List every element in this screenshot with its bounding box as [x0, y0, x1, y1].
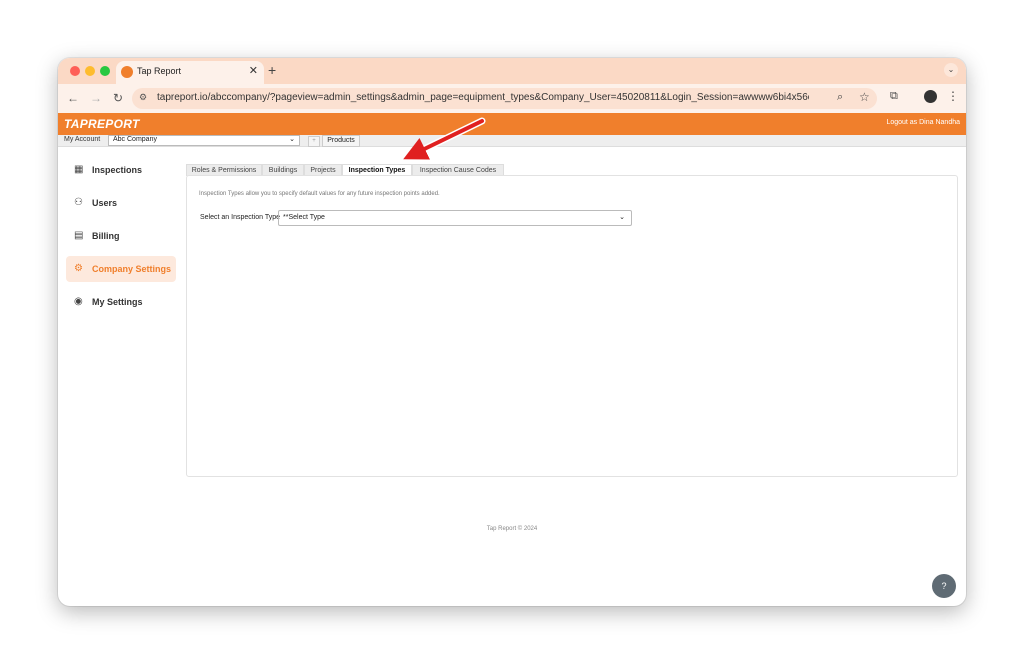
company-select[interactable]: Abc Company ⌄: [108, 135, 300, 146]
address-bar: ← → ↻ ⚙ tapreport.io/abccompany/?pagevie…: [58, 84, 966, 113]
billing-icon: ▤: [74, 230, 84, 241]
my-account-link[interactable]: My Account: [64, 136, 100, 143]
inspection-type-select-value: **Select Type: [283, 214, 325, 221]
forward-arrow-icon[interactable]: →: [90, 91, 102, 105]
logout-link[interactable]: Logout as Dina Nandha: [886, 119, 960, 126]
account-bar: My Account Abc Company ⌄ + Products: [58, 135, 966, 147]
inspection-type-select[interactable]: **Select Type ⌄: [278, 210, 632, 226]
help-chat-button[interactable]: ?: [932, 574, 956, 598]
inspections-icon: ▦: [74, 164, 84, 175]
company-select-value: Abc Company: [113, 136, 157, 143]
chevron-down-icon: ⌄: [289, 136, 295, 143]
inspection-types-description: Inspection Types allow you to specify de…: [199, 191, 440, 197]
footer-copyright: Tap Report © 2024: [486, 526, 538, 532]
tab-search-chevron-icon[interactable]: ⌄: [944, 63, 958, 77]
reload-icon[interactable]: ↻: [113, 91, 123, 105]
sidebar-item-users[interactable]: ⚇ Users: [66, 190, 176, 216]
sidebar-item-company-settings[interactable]: ⚙ Company Settings: [66, 256, 176, 282]
minimize-window-button[interactable]: [85, 66, 95, 76]
browser-menu-icon[interactable]: ⋮: [947, 89, 959, 103]
products-button[interactable]: Products: [322, 135, 360, 147]
site-settings-icon[interactable]: ⚙: [139, 92, 147, 103]
sidebar-item-label: Company Settings: [92, 264, 172, 274]
url-omnibox[interactable]: ⚙ tapreport.io/abccompany/?pageview=admi…: [132, 88, 877, 109]
sidebar-item-label: Users: [92, 198, 118, 208]
select-inspection-type-label: Select an Inspection Type: [200, 214, 281, 221]
sidebar-item-my-settings[interactable]: ◉ My Settings: [66, 289, 176, 315]
sidebar-item-label: Inspections: [92, 165, 143, 175]
profile-avatar-icon[interactable]: [924, 90, 937, 103]
sidebar-item-label: My Settings: [92, 297, 143, 307]
browser-tab[interactable]: Tap Report ✕: [116, 61, 264, 84]
back-arrow-icon[interactable]: ←: [67, 91, 79, 105]
inspection-types-panel: Inspection Types allow you to specify de…: [186, 175, 958, 477]
url-text[interactable]: tapreport.io/abccompany/?pageview=admin_…: [157, 92, 809, 103]
close-window-button[interactable]: [70, 66, 80, 76]
user-circle-icon: ◉: [74, 296, 83, 307]
sidebar-item-billing[interactable]: ▤ Billing: [66, 223, 176, 249]
tapreport-logo[interactable]: TAPREPORT: [64, 117, 140, 131]
gear-icon: ⚙: [74, 263, 83, 274]
sidebar-item-inspections[interactable]: ▦ Inspections: [66, 157, 176, 183]
add-company-button[interactable]: +: [308, 136, 320, 147]
tab-strip: Tap Report ✕ + ⌄: [58, 58, 966, 84]
zoom-icon[interactable]: ⌕: [837, 91, 843, 104]
bookmark-star-icon[interactable]: ☆: [859, 90, 870, 104]
tab-close-icon[interactable]: ✕: [249, 64, 258, 77]
app-header: TAPREPORT Logout as Dina Nandha: [58, 113, 966, 135]
new-tab-button[interactable]: +: [268, 62, 276, 78]
maximize-window-button[interactable]: [100, 66, 110, 76]
tapreport-favicon-icon: [121, 66, 133, 78]
browser-window: Tap Report ✕ + ⌄ ← → ↻ ⚙ tapreport.io/ab…: [58, 58, 966, 606]
extensions-puzzle-icon[interactable]: ⧉: [890, 90, 898, 103]
chevron-down-icon: ⌄: [619, 214, 625, 221]
users-icon: ⚇: [74, 197, 83, 208]
tab-title: Tap Report: [137, 66, 182, 76]
sidebar-item-label: Billing: [92, 231, 120, 241]
